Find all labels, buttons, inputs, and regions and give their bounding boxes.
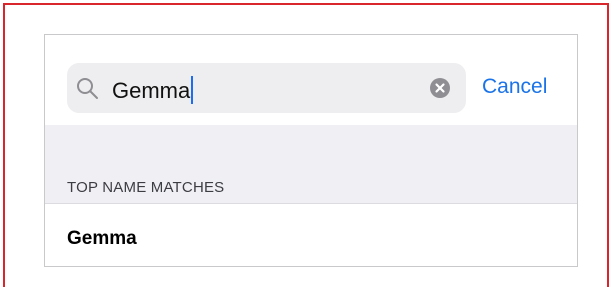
search-query-text[interactable]: Gemma (112, 76, 194, 104)
clear-icon[interactable] (429, 77, 451, 99)
name-search-panel: Gemma Cancel TOP NAME MATCHES Gemma (44, 34, 578, 267)
text-cursor (191, 76, 194, 104)
result-name: Gemma (67, 228, 137, 249)
search-input[interactable]: Gemma (67, 63, 466, 113)
search-query-value: Gemma (112, 78, 191, 103)
row-separator (67, 266, 577, 267)
search-icon (77, 78, 98, 99)
list-item[interactable]: Gemma (45, 204, 577, 267)
search-bar: Gemma Cancel (45, 35, 577, 125)
section-header: TOP NAME MATCHES (67, 179, 225, 196)
cancel-button[interactable]: Cancel (482, 75, 547, 99)
